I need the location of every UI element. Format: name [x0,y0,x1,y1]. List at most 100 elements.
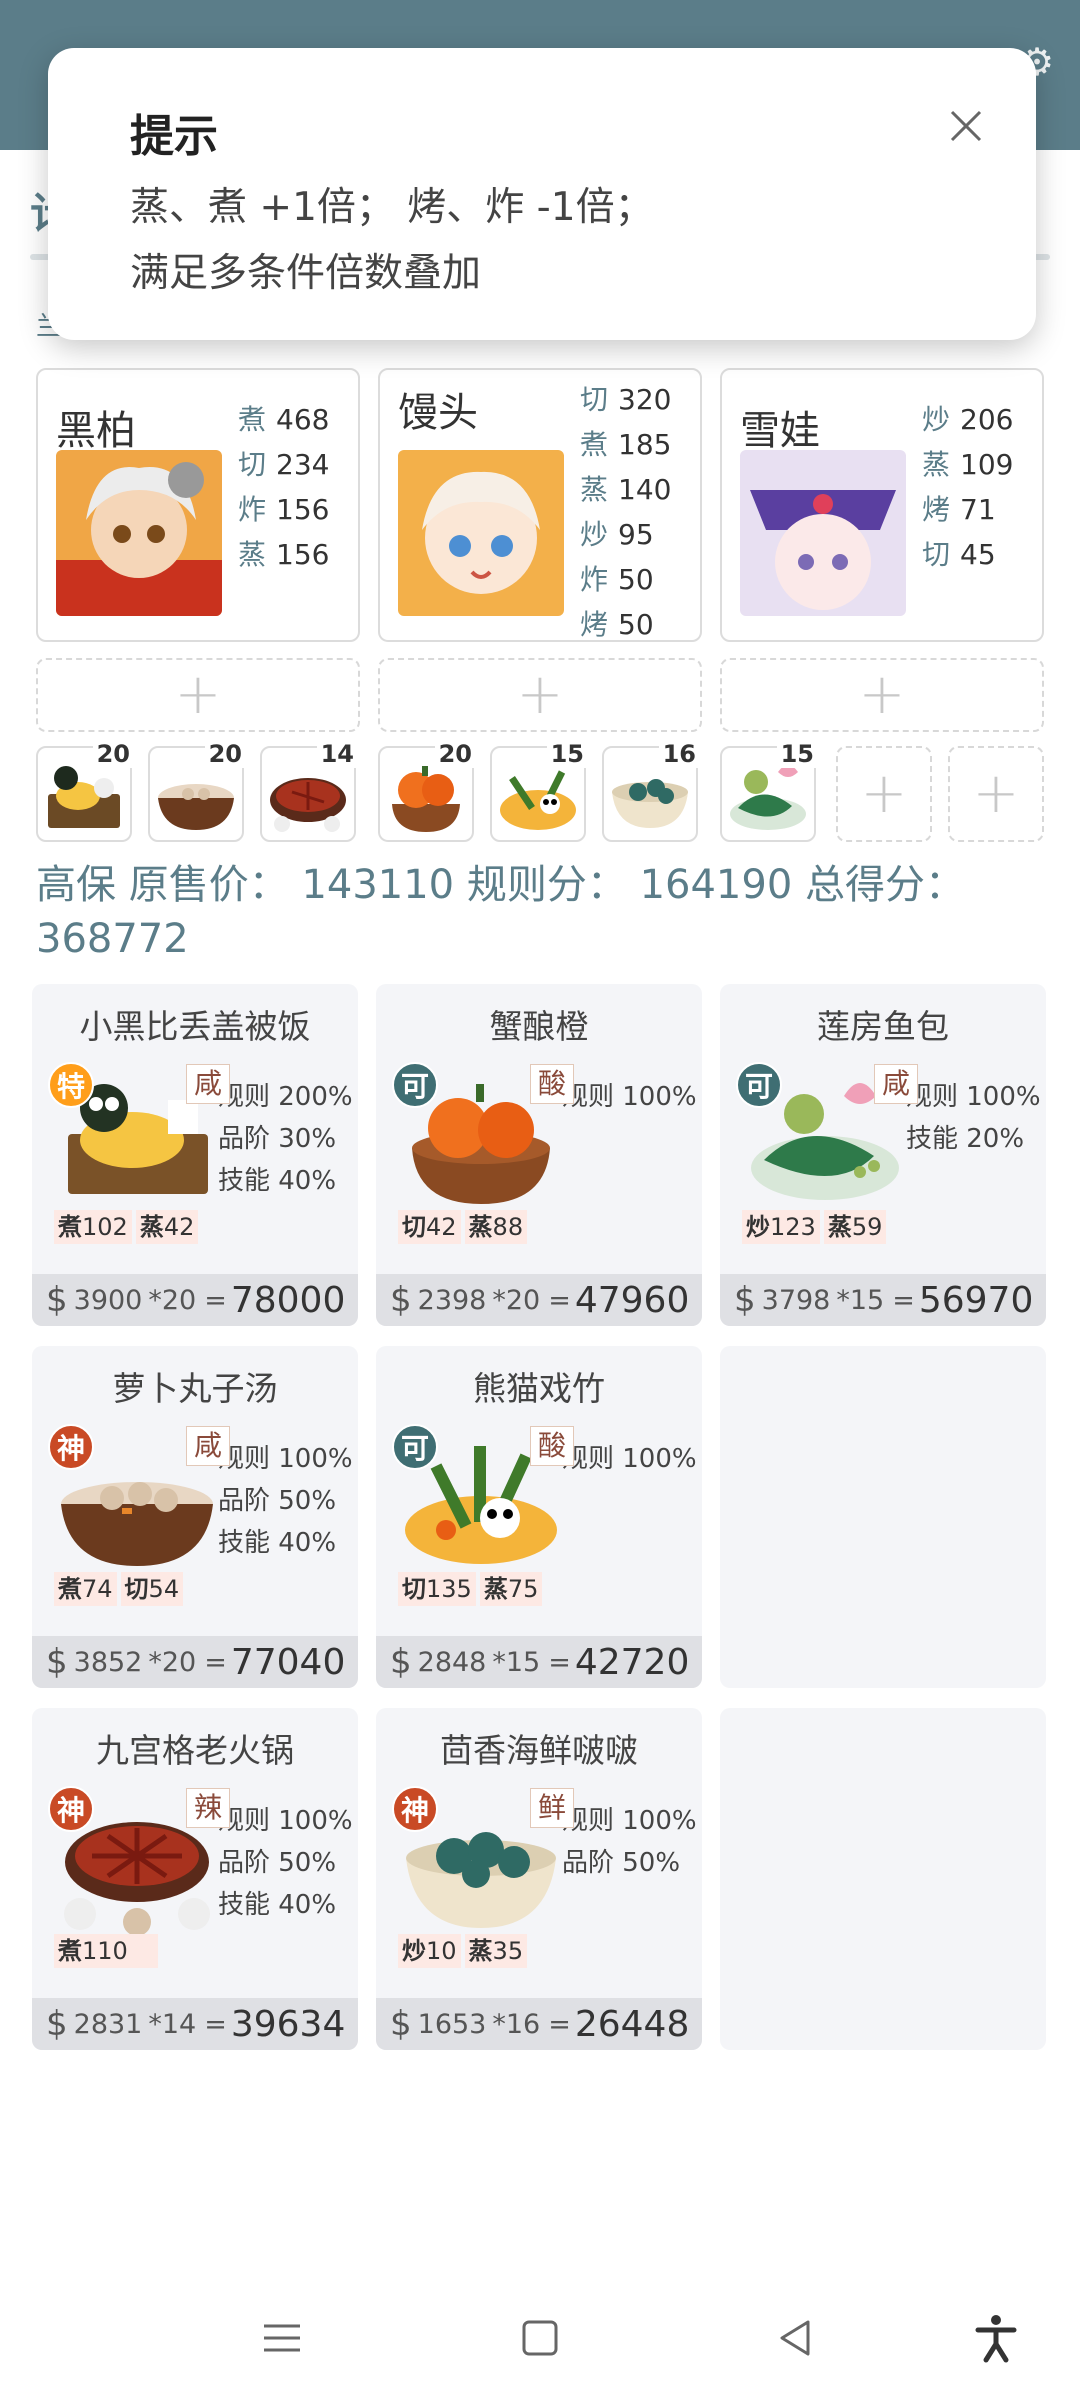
equals: = [892,1284,915,1316]
dish-name: 熊猫戏竹 [473,1369,605,1408]
dollar-icon: $ [46,2004,68,2044]
plus-icon: + [516,662,564,727]
skill-requirement: 蒸75 [479,1572,543,1606]
add-equip-slot[interactable]: + [720,658,1044,732]
rule-item: 规则 100% [562,1444,697,1474]
total-price: 47960 [574,1279,690,1321]
chef-card[interactable]: 馒头 切 320 煮 185 蒸 140 炒 95 炸 50 烤 50 [378,368,702,642]
total-price: 77040 [230,1641,346,1683]
skill-requirement: 切135 [398,1572,476,1606]
dish-count: 20 [434,740,476,768]
dollar-icon: $ [390,1642,412,1682]
equals: = [548,1646,571,1678]
chef-card[interactable]: 黑柏 煮 468 切 234 炸 156 蒸 156 [36,368,360,642]
toast-title: 提示 [130,111,218,162]
empty-dish-card[interactable] [720,1346,1046,1688]
dish-name: 九宫格老火锅 [96,1731,294,1770]
chef-skill: 炒 95 [580,518,654,551]
add-equip-slot[interactable]: + [378,658,702,732]
menu-icon[interactable] [252,2308,312,2368]
total-price: 39634 [230,2003,346,2045]
home-icon[interactable] [510,2308,570,2368]
dish-card[interactable]: 九宫格老火锅 神 辣 规则 100% 品阶 50% 技能 40% 煮110 $ … [32,1708,358,2050]
rule-item: 规则 100% [218,1806,353,1836]
rule-item: 规则 100% [562,1806,697,1836]
hint-toast: 提示 蒸、煮 +1倍； 烤、炸 -1倍； 满足多条件倍数叠加 [48,48,1036,340]
quantity: *20 [492,1284,541,1316]
unit-price: 1653 [417,2008,487,2040]
chef-skill: 烤 50 [580,608,654,641]
chef-card[interactable]: 雪娃 炒 206 蒸 109 烤 71 切 45 [720,368,1044,642]
total-price: 78000 [230,1279,346,1321]
rarity-badge: 特 [48,1062,94,1108]
skill-requirements: 炒123 蒸59 [742,1210,887,1244]
dish-slot[interactable]: 14 [260,740,358,842]
rule-list: 规则 100% 技能 20% [906,1076,1041,1160]
taste-tag: 咸 [874,1064,918,1104]
dish-slot[interactable]: 20 [36,740,134,842]
rule-item: 规则 100% [562,1082,697,1112]
chef-name: 黑柏 [56,408,136,454]
chef-name: 雪娃 [740,408,820,454]
chef-skill: 蒸 109 [922,448,1014,481]
chef-skill-list: 炒 206 蒸 109 烤 71 切 45 [922,398,1013,578]
empty-dish-slot[interactable]: + [836,746,932,842]
dish-card[interactable]: 茴香海鲜啵啵 神 鲜 规则 100% 品阶 50% 炒10 蒸35 $ 1653… [376,1708,702,2050]
skill-requirement: 蒸42 [135,1210,199,1244]
dish-name: 茴香海鲜啵啵 [440,1731,638,1770]
dollar-icon: $ [734,1280,756,1320]
skill-requirement: 蒸35 [464,1934,528,1968]
quantity: *20 [148,1284,197,1316]
plus-icon: + [174,662,222,727]
chef-skill-list: 煮 468 切 234 炸 156 蒸 156 [238,398,329,578]
unit-price: 2398 [417,1284,487,1316]
empty-dish-card[interactable] [720,1708,1046,2050]
taste-tag: 咸 [186,1426,230,1466]
dish-name: 小黑比丢盖被饭 [79,1007,311,1046]
rule-list: 规则 100% [562,1438,697,1480]
dish-card[interactable]: 萝卜丸子汤 神 咸 规则 100% 品阶 50% 技能 40% 煮74 切54 … [32,1346,358,1688]
price-bar: $ 1653 *16 = 26448 [376,1998,702,2050]
rule-item: 技能 20% [906,1124,1025,1154]
accessibility-icon[interactable] [966,2308,1026,2368]
dish-card[interactable]: 熊猫戏竹 可 酸 规则 100% 切135 蒸75 $ 2848 *15 = 4… [376,1346,702,1688]
skill-requirement: 炒10 [398,1934,461,1968]
dish-card[interactable]: 莲房鱼包 可 咸 规则 100% 技能 20% 炒123 蒸59 $ 3798 … [720,984,1046,1326]
dish-slot[interactable]: 16 [602,740,700,842]
rule-list: 规则 100% 品阶 50% [562,1800,697,1884]
rarity-badge: 神 [392,1786,438,1832]
orig-price-label: 原售价： [128,862,289,908]
price-bar: $ 3900 *20 = 78000 [32,1274,358,1326]
rule-list: 规则 100% [562,1076,697,1118]
dish-count: 20 [204,740,246,768]
dish-name: 莲房鱼包 [817,1007,949,1046]
taste-tag: 酸 [530,1426,574,1466]
chef-avatar [740,450,906,616]
empty-dish-slot[interactable]: + [948,746,1044,842]
dish-card[interactable]: 蟹酿橙 可 酸 规则 100% 切42 蒸88 $ 2398 *20 = 479… [376,984,702,1326]
dish-slot[interactable]: 15 [720,740,818,842]
add-equip-slot[interactable]: + [36,658,360,732]
rule-list: 规则 200% 品阶 30% 技能 40% [218,1076,353,1202]
skill-requirement: 蒸88 [464,1210,528,1244]
rarity-badge: 神 [48,1786,94,1832]
dish-slot[interactable]: 20 [148,740,246,842]
chef-name: 馒头 [398,390,478,436]
dish-slot[interactable]: 15 [490,740,588,842]
close-icon[interactable] [946,106,986,146]
summary-chef: 高保 [36,862,116,908]
total-price: 56970 [918,1279,1034,1321]
quantity: *15 [836,1284,885,1316]
skill-requirement: 切42 [398,1210,461,1244]
dish-slot[interactable]: 20 [378,740,476,842]
back-icon[interactable] [766,2308,826,2368]
total-score-label: 总得分： [805,862,965,908]
total-price: 42720 [574,1641,690,1683]
chef-skill: 切 45 [922,538,996,571]
rule-score-label: 规则分： [466,862,627,908]
dollar-icon: $ [46,1642,68,1682]
quantity: *20 [148,1646,197,1678]
dish-card[interactable]: 小黑比丢盖被饭 特 咸 规则 200% 品阶 30% 技能 40% 煮102 蒸… [32,984,358,1326]
skill-requirements: 炒10 蒸35 [398,1934,528,1968]
plus-icon: + [972,761,1020,826]
